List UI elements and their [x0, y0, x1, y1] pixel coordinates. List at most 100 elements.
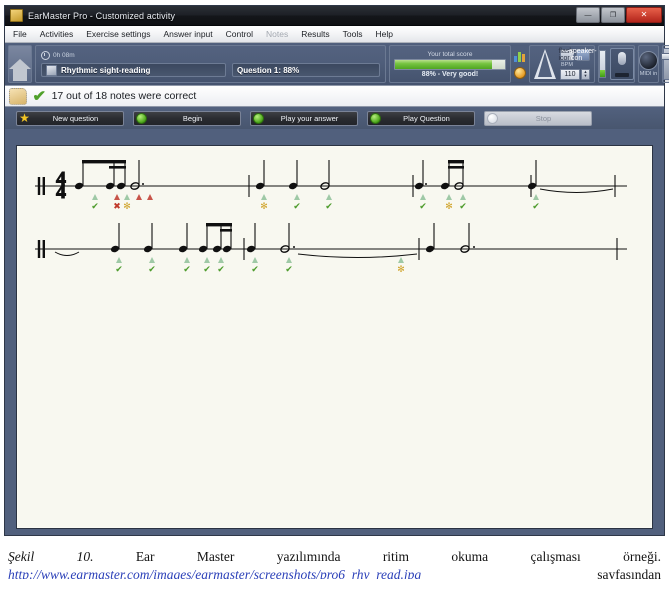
menu-tools[interactable]: Tools	[343, 29, 363, 39]
svg-text:✔: ✔	[183, 265, 191, 275]
svg-text:✔: ✔	[115, 265, 123, 275]
clap-hands-icon	[9, 87, 27, 105]
menu-exercise-settings[interactable]: Exercise settings	[86, 29, 150, 39]
new-question-label: New question	[52, 113, 99, 123]
source-url-link[interactable]: http://www.earmaster.com/images/earmaste…	[8, 566, 421, 579]
svg-text:✔: ✔	[91, 202, 99, 212]
maximize-button[interactable]: ❐	[601, 7, 625, 23]
metronome-icon[interactable]	[534, 49, 556, 79]
caption-word-0: Ear	[135, 549, 155, 564]
svg-text:4: 4	[56, 181, 66, 203]
play-question-label: Play Question	[403, 113, 450, 123]
play-question-icon	[370, 112, 381, 124]
volume-sliders-panel	[661, 45, 669, 83]
menu-control[interactable]: Control	[226, 29, 253, 39]
bpm-row: 110 ▲ ▼	[560, 68, 590, 80]
svg-text:✻: ✻	[260, 202, 268, 212]
svg-text:✔: ✔	[217, 265, 225, 275]
bpm-input[interactable]: 110	[560, 68, 580, 80]
stop-icon	[487, 112, 498, 124]
play-answer-icon	[253, 112, 264, 124]
microphone-icon[interactable]	[610, 48, 634, 80]
caption-word-4: okuma	[451, 549, 489, 564]
total-score-panel: Your total score 88% - Very good!	[389, 45, 511, 83]
check-icon: ✔	[32, 87, 47, 105]
svg-text:✖: ✖	[113, 202, 121, 212]
score-progress-bar	[394, 58, 506, 70]
question-field: Question 1: 88%	[232, 63, 380, 77]
source-tail-text: sayfasından	[597, 567, 661, 579]
svg-text:✔: ✔	[148, 265, 156, 275]
achievement-icon[interactable]	[514, 66, 526, 79]
caption-figure-number: 10.	[76, 549, 94, 564]
metronome-controls: flash-icon speaker-icon BPM 110 ▲ ▼	[558, 48, 597, 80]
stop-label: Stop	[535, 113, 552, 123]
midi-in-label: MIDI in	[639, 71, 658, 77]
svg-text:✔: ✔	[419, 202, 427, 212]
rhythm-notation: 44 ✔ ✖ ✻ ✻ ✔ ✔ ✔ ✻ ✔ ✔✔ ✔ ✔ ✔ ✔ ✔ ✔ ✻	[35, 160, 627, 275]
window-controls: — ❐ ✕	[576, 7, 662, 23]
score-status-label: 88% - Very good!	[421, 70, 479, 78]
total-score-caption: Your total score	[427, 50, 473, 58]
menu-bar: File Activities Exercise settings Answer…	[5, 26, 664, 43]
minimize-button[interactable]: —	[576, 7, 600, 23]
menu-activities[interactable]: Activities	[40, 29, 74, 39]
play-icon	[136, 112, 147, 124]
activity-field[interactable]: Rhythmic sight-reading	[41, 63, 226, 77]
svg-text:✔: ✔	[285, 265, 293, 275]
figure-caption: Şekil 10. Ear Master yazılımında ritim o…	[8, 548, 661, 579]
svg-text:✔: ✔	[459, 202, 467, 212]
title-bar: EarMaster Pro - Customized activity — ❐ …	[5, 6, 664, 26]
home-icon	[9, 59, 31, 81]
metronome-panel: flash-icon speaker-icon BPM 110 ▲ ▼	[529, 45, 597, 83]
microphone-panel	[598, 45, 635, 83]
play-your-answer-label: Play your answer	[280, 113, 339, 123]
stop-button: Stop	[484, 110, 592, 126]
bpm-stepper[interactable]: ▲ ▼	[581, 68, 590, 80]
volume-slider-1-thumb[interactable]	[661, 53, 669, 60]
app-icon	[10, 9, 23, 22]
menu-notes: Notes	[266, 29, 289, 39]
statistics-icon[interactable]	[514, 50, 526, 62]
play-question-button[interactable]: Play Question	[367, 110, 475, 126]
menu-results[interactable]: Results	[301, 29, 329, 39]
score-progress-fill	[395, 59, 492, 69]
action-button-bar: ★ New question Begin Play your answer Pl…	[5, 107, 664, 129]
play-your-answer-button[interactable]: Play your answer	[250, 110, 358, 126]
caption-line-1: Şekil 10. Ear Master yazılımında ritim o…	[8, 548, 661, 565]
menu-file[interactable]: File	[13, 29, 27, 39]
begin-button[interactable]: Begin	[133, 110, 241, 126]
earmaster-window: EarMaster Pro - Customized activity — ❐ …	[4, 5, 669, 536]
window-title: EarMaster Pro - Customized activity	[28, 10, 176, 21]
svg-text:✔: ✔	[203, 265, 211, 275]
speaker-icon[interactable]: speaker-icon	[569, 48, 596, 62]
feedback-message: 17 out of 18 notes were correct	[51, 90, 197, 102]
bpm-stepper-down[interactable]: ▼	[584, 74, 588, 78]
svg-text:✻: ✻	[397, 265, 405, 275]
music-note-icon	[46, 64, 57, 76]
svg-text:✔: ✔	[293, 202, 301, 212]
activity-name: Rhythmic sight-reading	[61, 65, 151, 75]
caption-line-2: http://www.earmaster.com/images/earmaste…	[8, 566, 661, 579]
svg-text:✔: ✔	[325, 202, 333, 212]
new-question-button[interactable]: ★ New question	[16, 110, 124, 126]
caption-word-3: ritim	[382, 549, 410, 564]
input-level-fill	[600, 69, 605, 77]
feedback-status-bar: ✔ 17 out of 18 notes were correct	[5, 85, 664, 107]
star-icon: ★	[19, 110, 30, 125]
exercise-info-panel: 0h 08m Rhythmic sight-reading Question 1…	[35, 45, 386, 83]
volume-slider-1[interactable]	[661, 48, 669, 80]
svg-text:✔: ✔	[532, 202, 540, 212]
elapsed-time-label: 0h 08m	[53, 52, 75, 59]
home-button[interactable]	[8, 45, 32, 83]
menu-help[interactable]: Help	[375, 29, 392, 39]
clock-icon	[41, 51, 50, 60]
notation-canvas[interactable]: 44 ✔ ✖ ✻ ✻ ✔ ✔ ✔ ✻ ✔ ✔ ✔ ✔ ✔ ✔ ✔ ✔ ✔ ✻	[16, 145, 653, 529]
caption-figure-label: Şekil	[8, 549, 35, 564]
svg-text:✻: ✻	[445, 202, 453, 212]
midi-in-knob[interactable]	[639, 51, 658, 70]
close-button[interactable]: ✕	[626, 7, 662, 23]
menu-answer-input[interactable]: Answer input	[164, 29, 213, 39]
elapsed-time-row: 0h 08m	[41, 50, 380, 61]
score-icons	[514, 45, 526, 83]
